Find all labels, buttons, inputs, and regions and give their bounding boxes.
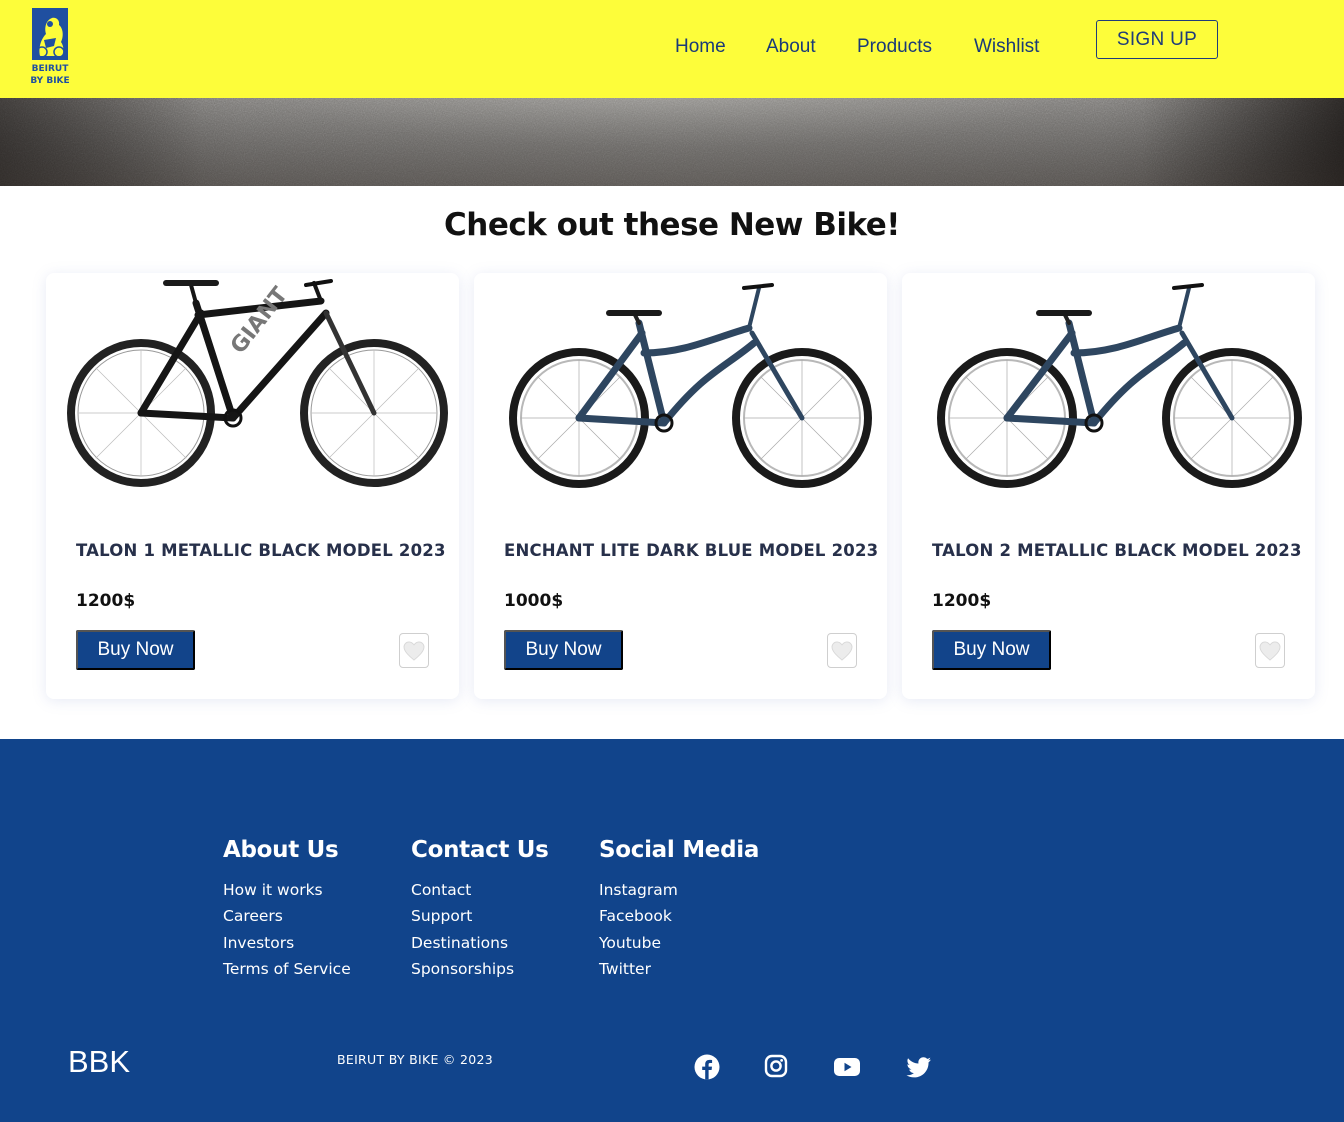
footer-column-about: About Us How it works Careers Investors … xyxy=(223,837,351,982)
facebook-icon[interactable] xyxy=(694,1054,720,1080)
heart-icon xyxy=(403,640,425,661)
footer-link[interactable]: Youtube xyxy=(599,930,759,956)
footer-link[interactable]: Facebook xyxy=(599,903,759,929)
nav-home-link[interactable]: Home xyxy=(675,36,726,58)
footer-link[interactable]: Twitter xyxy=(599,956,759,982)
buy-now-button[interactable]: Buy Now xyxy=(932,630,1051,670)
product-card: ENCHANT LITE DARK BLUE MODEL 2023 1000$ … xyxy=(474,273,887,699)
nav-about-link[interactable]: About xyxy=(766,36,816,58)
footer-heading: Contact Us xyxy=(411,837,549,863)
sign-up-button[interactable]: SIGN UP xyxy=(1096,20,1218,59)
product-price: 1000$ xyxy=(504,591,564,611)
wishlist-heart-button[interactable] xyxy=(827,633,857,668)
product-card: TALON 2 METALLIC BLACK MODEL 2023 1200$ … xyxy=(902,273,1315,699)
heart-icon xyxy=(1259,640,1281,661)
buy-now-button[interactable]: Buy Now xyxy=(76,630,195,670)
svg-text:GIANT: GIANT xyxy=(226,283,293,359)
footer-heading: Social Media xyxy=(599,837,760,863)
site-header: BEIRUT BY BIKE Home About Products Wishl… xyxy=(0,0,1344,98)
hero-banner-image xyxy=(0,98,1344,186)
wishlist-heart-button[interactable] xyxy=(399,633,429,668)
footer-brand[interactable]: BBK xyxy=(68,1044,130,1080)
product-title: TALON 1 METALLIC BLACK MODEL 2023 xyxy=(76,541,446,560)
buy-now-button[interactable]: Buy Now xyxy=(504,630,623,670)
beirut-by-bike-logo[interactable]: BEIRUT BY BIKE xyxy=(30,8,70,88)
footer-column-contact: Contact Us Contact Support Destinations … xyxy=(411,837,549,982)
product-price: 1200$ xyxy=(76,591,136,611)
footer-column-social: Social Media Instagram Facebook Youtube … xyxy=(599,837,759,982)
footer-link[interactable]: Careers xyxy=(223,903,351,929)
footer-link[interactable]: Instagram xyxy=(599,877,759,903)
footer-heading: About Us xyxy=(223,837,339,863)
product-price: 1200$ xyxy=(932,591,992,611)
nav-products-link[interactable]: Products xyxy=(857,36,932,58)
product-title: ENCHANT LITE DARK BLUE MODEL 2023 xyxy=(504,541,879,560)
section-title: Check out these New Bike! xyxy=(444,207,900,243)
heart-icon xyxy=(831,640,853,661)
footer-link[interactable]: How it works xyxy=(223,877,351,903)
product-title: TALON 2 METALLIC BLACK MODEL 2023 xyxy=(932,541,1302,560)
product-image[interactable]: GIANT xyxy=(46,273,459,503)
footer-link[interactable]: Support xyxy=(411,903,549,929)
twitter-icon[interactable] xyxy=(906,1054,932,1080)
logo-text-line1: BEIRUT xyxy=(32,64,70,74)
youtube-icon[interactable] xyxy=(833,1054,861,1080)
wishlist-heart-button[interactable] xyxy=(1255,633,1285,668)
footer-link[interactable]: Contact xyxy=(411,877,549,903)
product-image[interactable] xyxy=(902,273,1315,503)
footer-link[interactable]: Sponsorships xyxy=(411,956,549,982)
logo-text-line2: BY BIKE xyxy=(30,76,69,86)
instagram-icon[interactable] xyxy=(764,1054,790,1080)
footer-link[interactable]: Terms of Service xyxy=(223,956,351,982)
nav-wishlist-link[interactable]: Wishlist xyxy=(974,36,1039,58)
copyright-text: BEIRUT BY BIKE © 2023 xyxy=(337,1052,494,1067)
product-image[interactable] xyxy=(474,273,887,503)
footer-link[interactable]: Destinations xyxy=(411,930,549,956)
site-footer: About Us How it works Careers Investors … xyxy=(0,739,1344,1122)
product-card: GIANT TALON 1 METALLIC BLACK MODEL 2023 … xyxy=(46,273,459,699)
footer-link[interactable]: Investors xyxy=(223,930,351,956)
